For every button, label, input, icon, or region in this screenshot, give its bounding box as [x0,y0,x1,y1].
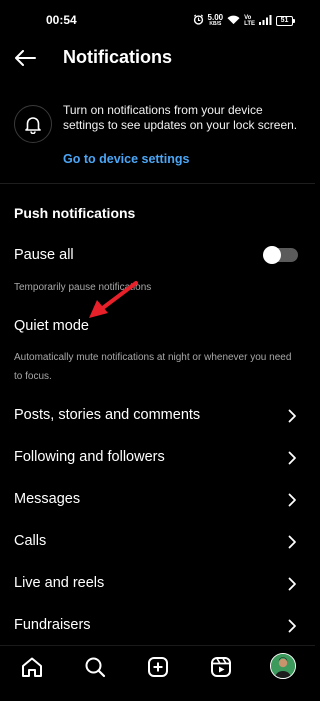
alarm-icon [193,12,204,30]
pause-all-label[interactable]: Pause all [14,247,74,263]
chevron-right-icon [288,535,296,549]
status-bar: 00:54 5.00 KB/S Vo LTE 51 [0,0,315,40]
pause-all-description: Temporarily pause notifications [14,282,152,293]
wifi-icon [227,12,240,30]
row-label: Posts, stories and comments [14,407,201,423]
row-label: Fundraisers [14,617,91,633]
row-following-followers[interactable]: Following and followers [0,438,315,478]
row-live-reels[interactable]: Live and reels [0,564,315,604]
back-arrow-icon [15,50,36,66]
home-icon[interactable] [19,654,45,680]
chevron-right-icon [288,619,296,633]
reels-icon[interactable] [208,654,234,680]
status-icons: 5.00 KB/S Vo LTE 51 [193,12,295,30]
app-header: Notifications [0,40,315,76]
status-time: 00:54 [46,13,77,27]
search-icon[interactable] [82,654,108,680]
banner-text: Turn on notifications from your device s… [63,103,298,132]
network-speed: 5.00 KB/S [207,13,224,28]
chevron-right-icon [288,577,296,591]
chevron-right-icon [288,493,296,507]
section-divider [0,183,315,184]
row-fundraisers[interactable]: Fundraisers [0,606,315,646]
row-posts-stories-comments[interactable]: Posts, stories and comments [0,396,315,436]
quiet-mode-description: Automatically mute notifications at nigh… [14,352,292,382]
row-label: Messages [14,491,81,507]
profile-avatar[interactable] [270,653,296,679]
chevron-right-icon [288,409,296,423]
signal-icon [259,12,272,30]
volte-indicator: Vo LTE [244,15,255,27]
toggle-knob [263,246,281,264]
battery-indicator: 51 [276,16,295,26]
avatar-photo-icon [271,654,295,678]
push-notifications-heading: Push notifications [14,205,136,221]
back-button[interactable] [12,46,38,70]
row-label: Calls [14,533,47,549]
chevron-right-icon [288,451,296,465]
quiet-mode-label[interactable]: Quiet mode [14,318,89,334]
row-label: Live and reels [14,575,105,591]
go-to-device-settings-link[interactable]: Go to device settings [63,152,189,166]
create-icon[interactable] [145,654,171,680]
bottom-nav [0,645,315,701]
bell-icon [14,105,52,143]
row-calls[interactable]: Calls [0,522,315,562]
page-title: Notifications [63,47,173,67]
row-messages[interactable]: Messages [0,480,315,520]
row-label: Following and followers [14,449,165,465]
pause-all-toggle[interactable] [263,246,298,264]
device-settings-banner: Turn on notifications from your device s… [14,100,304,170]
